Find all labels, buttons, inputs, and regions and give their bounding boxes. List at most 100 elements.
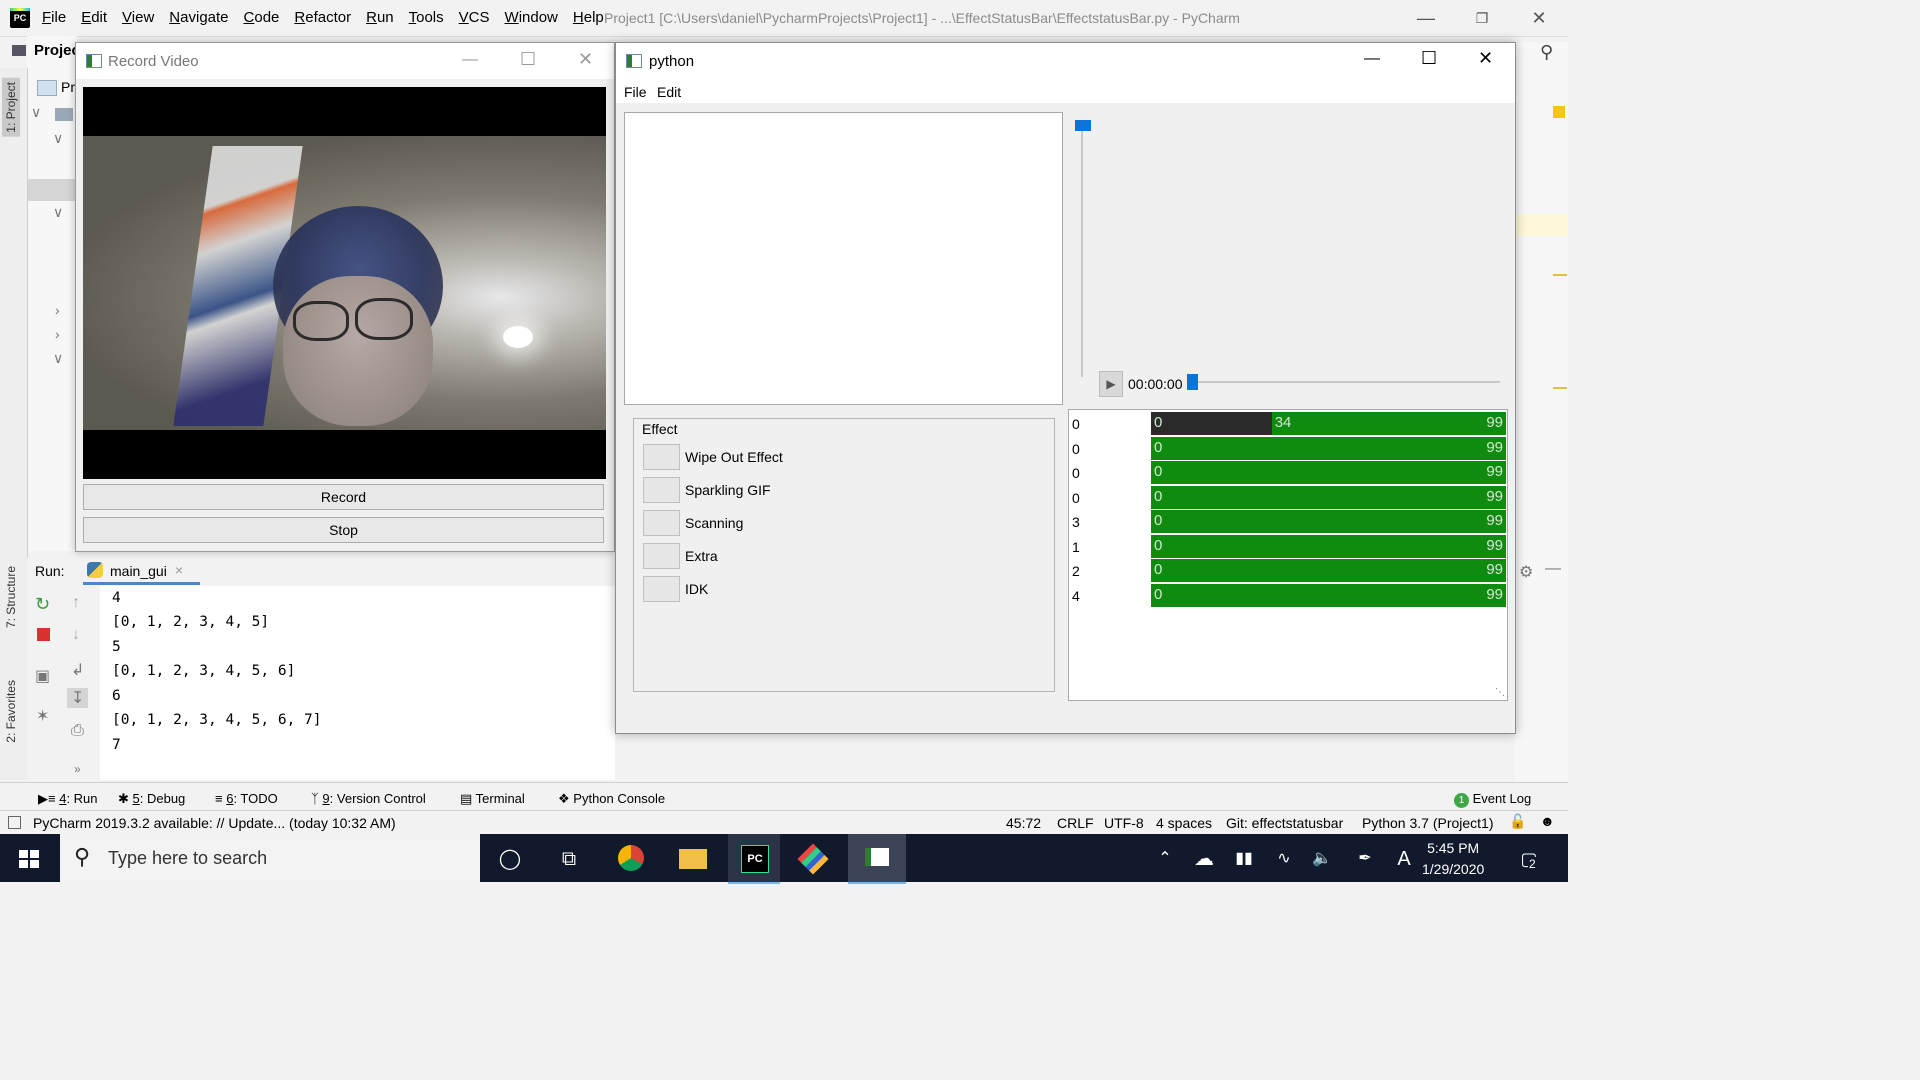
soft-wrap-icon[interactable]: ↲ [71,660,84,680]
tab-python-console[interactable]: ❖ Python Console [558,791,665,807]
pin-icon[interactable]: ✶ [36,706,49,726]
menu-run[interactable]: Run [366,9,394,26]
stop-button[interactable]: Stop [83,517,604,543]
tab-todo[interactable]: ≡ 6: TODO [215,791,278,806]
close-icon[interactable]: ✕ [578,49,593,70]
menu-code[interactable]: Code [244,9,280,26]
cortana-icon[interactable]: ◯ [497,846,523,872]
tab-favorites[interactable]: 2: Favorites [4,680,18,743]
gear-icon[interactable]: ⚙ [1519,562,1533,582]
console-line: 6 [112,688,121,704]
tab-project[interactable]: 1: Project [2,78,20,137]
effect-button-sparkling[interactable] [643,477,680,503]
effect-button-scanning[interactable] [643,510,680,536]
chevron-down-icon[interactable]: ∨ [53,130,63,147]
resize-grip-icon[interactable]: ⋱ [1495,687,1505,698]
menu-edit[interactable]: Edit [657,84,681,100]
status-message[interactable]: PyCharm 2019.3.2 available: // Update...… [33,815,396,831]
maximize-icon[interactable]: ☐ [1421,48,1437,69]
ide-close-icon[interactable]: ✕ [1527,6,1551,30]
ide-minimize-icon[interactable]: — [1414,6,1438,30]
taskbar-pycharm[interactable]: PC [728,834,780,884]
taskbar-clock[interactable]: 5:45 PM 1/29/2020 [1422,838,1484,880]
lock-icon[interactable]: 🔓 [1509,813,1526,830]
menu-refactor[interactable]: Refactor [294,9,351,26]
seek-slider-handle[interactable] [1187,374,1198,390]
project-item[interactable]: Pr [61,79,75,95]
chrome-icon[interactable] [618,845,644,871]
warning-marker-icon[interactable] [1553,106,1565,118]
inspector-icon[interactable]: ☻ [1540,813,1555,829]
show-hidden-icon[interactable]: ⌃ [1152,846,1178,872]
layout-icon[interactable]: ▣ [35,666,50,686]
menu-navigate[interactable]: Navigate [169,9,228,26]
play-button[interactable]: ▶ [1099,371,1123,397]
close-icon[interactable]: ✕ [1478,48,1493,69]
tab-event-log[interactable]: 1 Event Log [1454,791,1531,808]
line-separator[interactable]: CRLF [1057,815,1094,831]
file-explorer-icon[interactable] [679,849,707,869]
ime-indicator[interactable]: A [1391,846,1417,872]
caret-position[interactable]: 45:72 [1006,815,1041,831]
status-toggle-icon[interactable] [8,816,21,829]
onedrive-icon[interactable]: ☁ [1191,846,1217,872]
run-tab-main-gui[interactable]: main_gui [110,563,167,579]
volume-icon[interactable]: 🔈 [1309,846,1335,872]
menu-edit[interactable]: Edit [81,9,107,26]
tab-version-control[interactable]: ᛉ 9: Version Control [311,791,426,806]
chevron-down-icon[interactable]: ∨ [31,104,41,121]
menu-vcs[interactable]: VCS [459,9,490,26]
hide-panel-icon[interactable]: — [1545,560,1561,578]
file-encoding[interactable]: UTF-8 [1104,815,1144,831]
taskbar-search-box[interactable]: ⚲ Type here to search [60,834,480,882]
menu-tools[interactable]: Tools [409,9,444,26]
minimize-icon[interactable]: — [1364,50,1380,68]
effect-button-extra[interactable] [643,543,680,569]
battery-icon[interactable]: ▮▮ [1231,846,1257,872]
python-interpreter[interactable]: Python 3.7 (Project1) [1362,815,1494,831]
menu-help[interactable]: Help [573,9,604,26]
run-console[interactable]: 4 [0, 1, 2, 3, 4, 5] 5 [0, 1, 2, 3, 4, 5… [100,586,615,780]
task-view-icon[interactable]: ⧉ [556,846,582,872]
minimize-icon[interactable]: — [462,51,478,69]
rerun-icon[interactable]: ↻ [35,594,50,615]
menu-window[interactable]: Window [505,9,558,26]
app-icon[interactable] [797,843,829,875]
text-area[interactable] [624,112,1063,405]
pen-icon[interactable]: ✒ [1352,846,1378,872]
windows-start-icon[interactable] [19,850,39,868]
run-icon: ▶≡ [38,791,60,806]
wifi-icon[interactable]: ∿ [1271,846,1297,872]
chevron-right-icon[interactable]: › [55,326,60,342]
arrow-down-icon[interactable]: ↓ [72,626,80,644]
volume-slider[interactable] [1081,122,1083,377]
chevron-right-icon[interactable]: › [55,302,60,318]
tab-terminal[interactable]: ▤ Terminal [460,791,525,807]
effect-button-wipe-out[interactable] [643,444,680,470]
volume-slider-handle[interactable] [1075,120,1091,131]
effect-button-idk[interactable] [643,576,680,602]
scroll-to-end-icon[interactable]: ↧ [67,688,89,708]
menu-file[interactable]: File [624,84,647,100]
chevron-down-icon[interactable]: ∨ [53,350,63,367]
tab-run[interactable]: ▶≡ 4: Run [38,791,98,807]
tab-structure[interactable]: 7: Structure [4,566,18,628]
selected-tree-row[interactable] [27,179,77,201]
git-branch[interactable]: Git: effectstatusbar [1226,815,1343,831]
print-icon[interactable]: ⎙ [71,722,84,740]
menu-view[interactable]: View [122,9,154,26]
seek-slider[interactable] [1191,381,1500,383]
indent-setting[interactable]: 4 spaces [1156,815,1212,831]
taskbar-python-app[interactable] [848,834,906,884]
search-icon[interactable]: ⚲ [1540,42,1553,63]
stop-icon[interactable] [37,628,50,641]
maximize-icon[interactable]: ☐ [520,49,536,70]
record-button[interactable]: Record [83,484,604,510]
tab-debug[interactable]: ✱ 5: Debug [118,791,185,807]
more-icon[interactable]: » [74,762,81,776]
close-tab-icon[interactable]: × [175,562,183,578]
chevron-down-icon[interactable]: ∨ [53,204,63,221]
ide-restore-icon[interactable]: ❐ [1470,6,1494,30]
menu-file[interactable]: File [42,9,66,26]
arrow-up-icon[interactable]: ↑ [72,594,80,612]
